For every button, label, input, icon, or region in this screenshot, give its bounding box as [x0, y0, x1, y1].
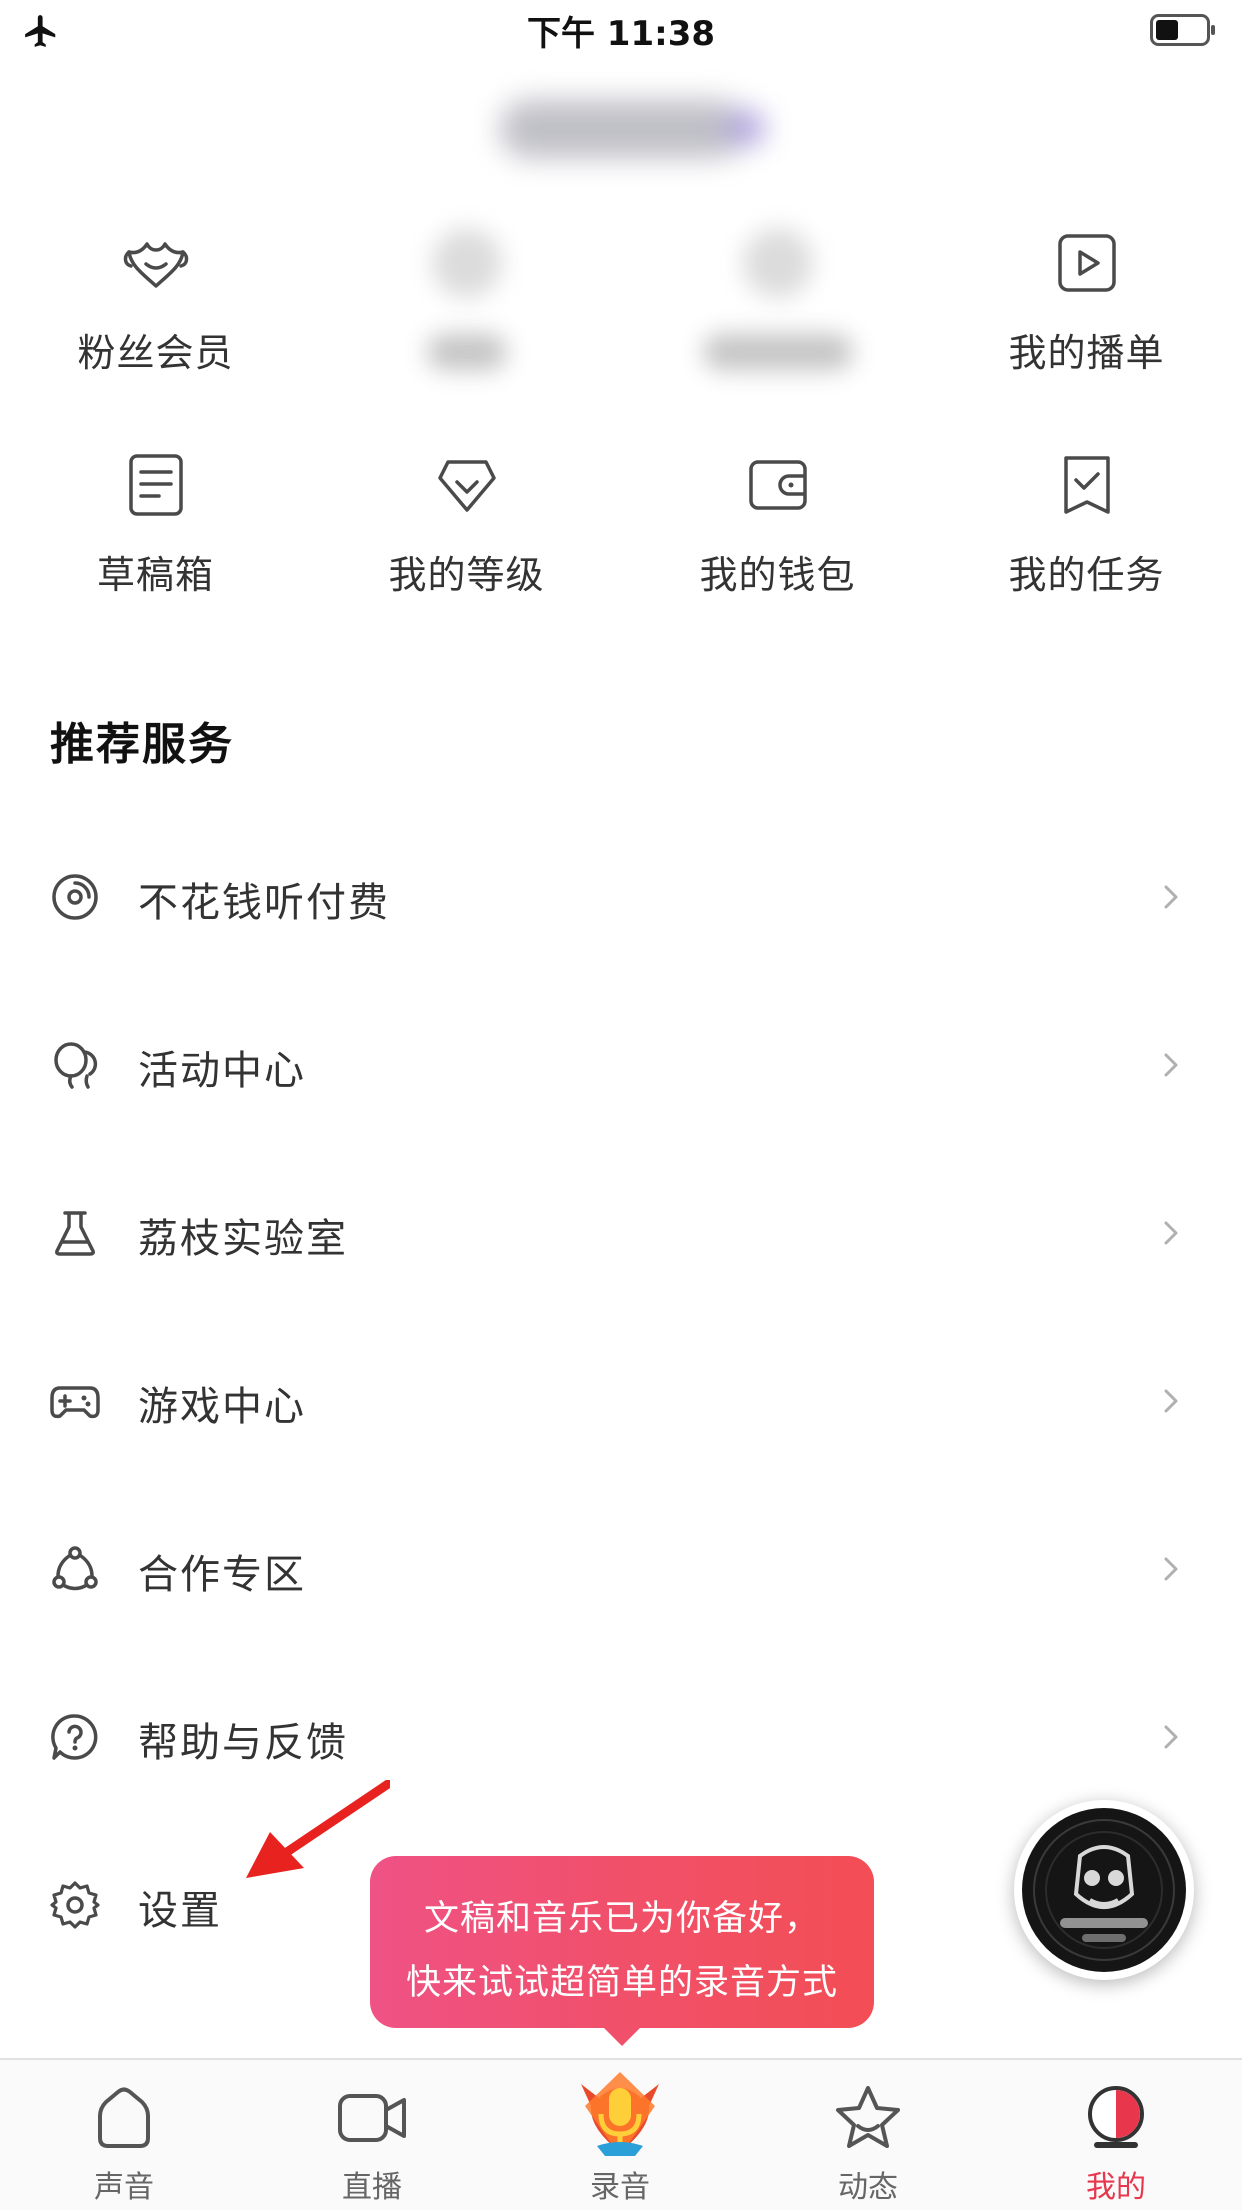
home-icon	[98, 2087, 150, 2148]
chevron-right-icon	[1164, 1221, 1178, 1245]
grid-label: 我的任务	[1008, 553, 1165, 597]
blurred-label	[702, 334, 853, 370]
balloon-icon	[54, 1042, 98, 1089]
tab-record[interactable]: 录音	[496, 2060, 744, 2210]
tab-label: 动态	[838, 2170, 898, 2205]
service-label: 帮助与反馈	[138, 1720, 348, 1766]
tab-mine[interactable]: 我的	[992, 2060, 1240, 2210]
microphone-icon	[581, 2072, 659, 2156]
service-item-cooperation[interactable]: 合作专区	[0, 1484, 1242, 1652]
tooltip-tail	[602, 2026, 642, 2046]
grid-item-level[interactable]: 我的等级	[311, 450, 622, 599]
profile-name-blurred	[500, 100, 765, 158]
service-item-activity-center[interactable]: 活动中心	[0, 980, 1242, 1148]
grid-item-wallet[interactable]: 我的钱包	[622, 450, 933, 599]
service-item-game-center[interactable]: 游戏中心	[0, 1316, 1242, 1484]
grid-item-drafts[interactable]: 草稿箱	[0, 450, 311, 599]
grid-label: 粉丝会员	[77, 331, 234, 375]
service-label: 活动中心	[138, 1048, 306, 1094]
service-item-help-feedback[interactable]: 帮助与反馈	[0, 1652, 1242, 1820]
floating-player-avatar[interactable]	[1014, 1800, 1194, 1980]
grid-item-blurred-1[interactable]	[311, 228, 622, 370]
grid-item-playlist[interactable]: 我的播单	[931, 228, 1242, 377]
tab-label: 直播	[342, 2170, 402, 2205]
video-camera-icon	[338, 2094, 406, 2142]
album-cover-icon	[1022, 1808, 1186, 1972]
chevron-right-icon	[1164, 885, 1178, 909]
service-label: 合作专区	[138, 1552, 306, 1598]
tab-label: 我的	[1086, 2170, 1146, 2205]
disc-icon	[52, 874, 98, 920]
status-time: 下午 11:38	[526, 14, 716, 54]
tooltip-line-2: 快来试试超简单的录音方式	[405, 1963, 838, 2003]
tab-sound[interactable]: 声音	[0, 2060, 248, 2210]
blurred-icon	[431, 228, 502, 298]
grid-item-tasks[interactable]: 我的任务	[931, 450, 1242, 599]
service-label: 游戏中心	[138, 1384, 306, 1430]
service-label: 荔枝实验室	[138, 1216, 348, 1262]
playlist-icon	[1057, 234, 1116, 292]
service-item-free-listen[interactable]: 不花钱听付费	[0, 812, 1242, 980]
draft-icon	[128, 454, 183, 516]
status-bar: 下午 11:38	[0, 0, 1242, 62]
grid-label: 我的播单	[1008, 331, 1165, 375]
gear-icon	[50, 1881, 100, 1929]
tab-bar: 声音 直播 录音 动态 我的	[0, 2058, 1242, 2210]
service-item-lab[interactable]: 荔枝实验室	[0, 1148, 1242, 1316]
service-label: 设置	[138, 1888, 222, 1934]
grid-item-fan-member[interactable]: 粉丝会员	[0, 228, 311, 377]
tooltip-line-1: 文稿和音乐已为你备好，	[423, 1899, 820, 1939]
blurred-icon	[742, 228, 813, 298]
level-icon	[437, 460, 496, 512]
cooperation-icon	[52, 1546, 98, 1591]
star-icon	[836, 2086, 900, 2148]
tab-live[interactable]: 直播	[248, 2060, 496, 2210]
chevron-right-icon	[1164, 1725, 1178, 1749]
grid-item-blurred-2[interactable]	[622, 228, 933, 370]
gamepad-icon	[50, 1386, 100, 1419]
grid-label: 我的钱包	[699, 553, 856, 597]
wallet-icon	[748, 460, 807, 510]
service-label: 不花钱听付费	[138, 880, 390, 926]
grid-label: 我的等级	[388, 553, 545, 597]
chevron-right-icon	[1164, 1557, 1178, 1581]
record-tooltip[interactable]: 文稿和音乐已为你备好， 快来试试超简单的录音方式	[370, 1856, 874, 2046]
grid-label: 草稿箱	[96, 553, 214, 597]
battery-icon	[1150, 14, 1215, 46]
task-icon	[1063, 456, 1110, 514]
help-icon	[51, 1714, 98, 1760]
red-arrow-annotation	[246, 1780, 390, 1878]
tab-label: 声音	[94, 2170, 154, 2205]
blurred-label	[426, 334, 507, 370]
section-title: 推荐服务	[50, 719, 234, 770]
fan-member-icon	[123, 242, 188, 288]
chevron-right-icon	[1164, 1389, 1178, 1413]
profile-icon	[1088, 2086, 1144, 2148]
flask-icon	[55, 1211, 95, 1256]
tab-moments[interactable]: 动态	[744, 2060, 992, 2210]
tab-label: 录音	[590, 2170, 650, 2205]
chevron-right-icon	[1164, 1053, 1178, 1077]
